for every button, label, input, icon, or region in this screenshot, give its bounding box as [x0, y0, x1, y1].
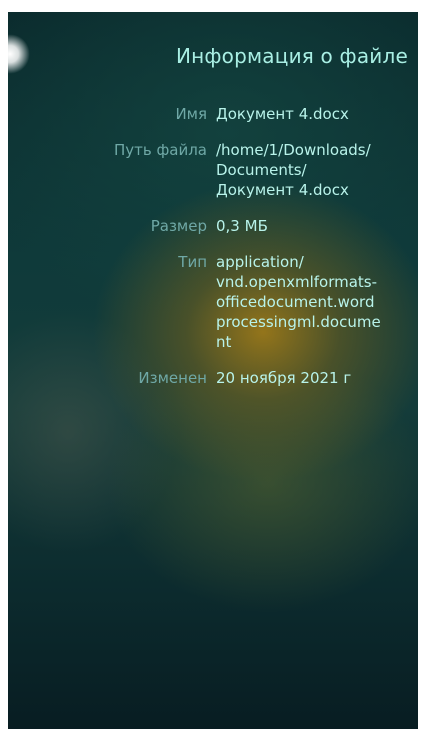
- pulley-glow-indicator: [8, 34, 30, 74]
- file-details-list: Имя Документ 4.docx Путь файла /home/1/D…: [8, 104, 418, 404]
- detail-value-modified: 20 ноября 2021 г: [216, 369, 352, 387]
- detail-row-size: Размер 0,3 МБ: [8, 216, 418, 236]
- detail-value-type: application/ vnd.openxmlformats- officed…: [216, 253, 381, 351]
- page-title: Информация о файле: [175, 44, 408, 68]
- detail-label-type: Тип: [178, 253, 207, 271]
- detail-row-name: Имя Документ 4.docx: [8, 104, 418, 124]
- detail-label-path: Путь файла: [113, 141, 207, 159]
- detail-row-type: Тип application/ vnd.openxmlformats- off…: [8, 252, 418, 352]
- detail-row-path: Путь файла /home/1/Downloads/ Documents/…: [8, 140, 418, 200]
- detail-label-size: Размер: [150, 217, 207, 235]
- detail-value-size: 0,3 МБ: [216, 217, 268, 235]
- detail-row-modified: Изменен 20 ноября 2021 г: [8, 368, 418, 388]
- detail-value-name: Документ 4.docx: [216, 105, 349, 123]
- detail-value-path: /home/1/Downloads/ Documents/ Документ 4…: [216, 141, 371, 199]
- detail-label-modified: Изменен: [138, 369, 207, 387]
- detail-label-name: Имя: [175, 105, 207, 123]
- file-info-page: Информация о файле Имя Документ 4.docx П…: [8, 12, 418, 729]
